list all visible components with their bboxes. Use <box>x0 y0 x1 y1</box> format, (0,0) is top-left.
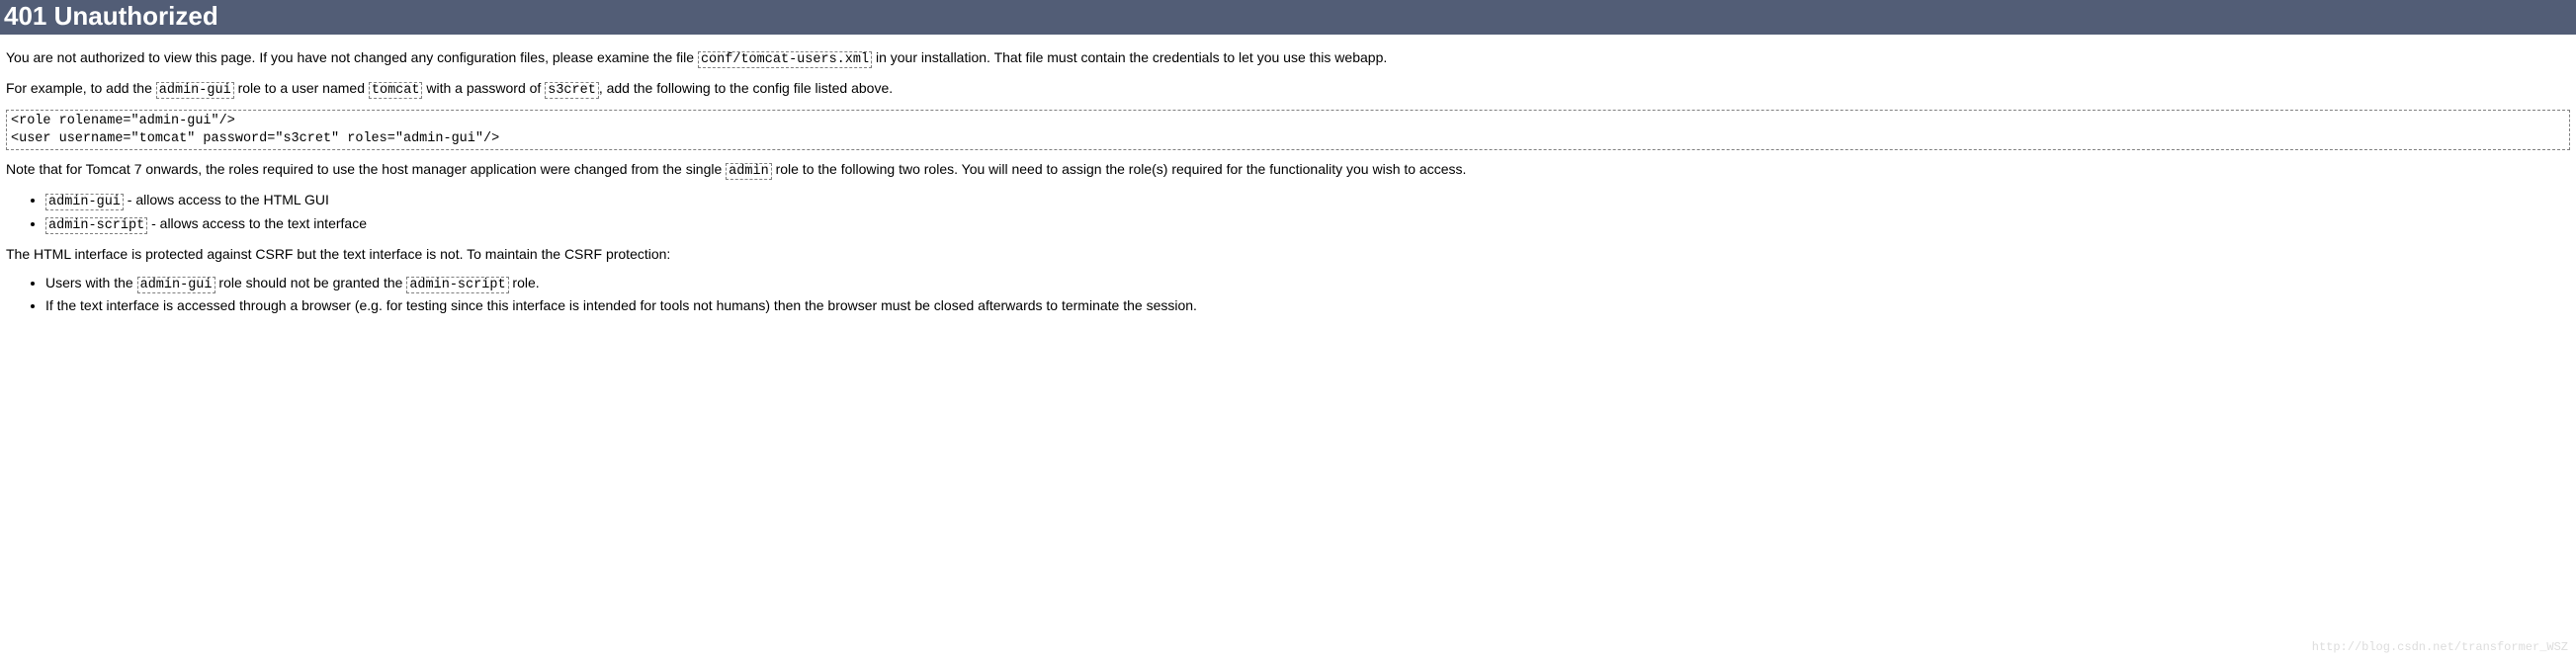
code-admin: admin <box>726 163 772 180</box>
code-admin-script: admin-script <box>406 277 508 293</box>
example-paragraph: For example, to add the admin-gui role t… <box>6 79 2570 100</box>
text: You are not authorized to view this page… <box>6 49 698 65</box>
csrf-list: Users with the admin-gui role should not… <box>6 274 2570 315</box>
text: - allows access to the HTML GUI <box>124 192 329 207</box>
code-role: admin-gui <box>156 82 234 99</box>
intro-paragraph: You are not authorized to view this page… <box>6 48 2570 69</box>
code-user: tomcat <box>369 82 423 99</box>
text: , add the following to the config file l… <box>599 80 893 96</box>
content-body: You are not authorized to view this page… <box>0 35 2576 333</box>
text: role should not be granted the <box>215 275 407 290</box>
text: in your installation. That file must con… <box>872 49 1387 65</box>
text: For example, to add the <box>6 80 156 96</box>
code-admin-gui: admin-gui <box>137 277 215 293</box>
watermark-text: http://blog.csdn.net/transformer_WSZ <box>2312 640 2568 654</box>
roles-note-paragraph: Note that for Tomcat 7 onwards, the role… <box>6 160 2570 181</box>
text: role. <box>509 275 540 290</box>
csrf-paragraph: The HTML interface is protected against … <box>6 245 2570 264</box>
code-admin-gui: admin-gui <box>45 194 124 210</box>
text: Users with the <box>45 275 137 290</box>
code-password: s3cret <box>545 82 599 99</box>
code-path: conf/tomcat-users.xml <box>698 51 872 68</box>
code-admin-script: admin-script <box>45 217 147 234</box>
list-item: If the text interface is accessed throug… <box>45 296 2570 315</box>
text: role to a user named <box>234 80 369 96</box>
text: role to the following two roles. You wil… <box>772 161 1467 177</box>
text: - allows access to the text interface <box>147 215 367 231</box>
text: with a password of <box>422 80 545 96</box>
config-code-block: <role rolename="admin-gui"/> <user usern… <box>6 110 2570 150</box>
page-title: 401 Unauthorized <box>0 0 2576 35</box>
list-item: Users with the admin-gui role should not… <box>45 274 2570 294</box>
list-item: admin-gui - allows access to the HTML GU… <box>45 191 2570 211</box>
text: The HTML interface is protected against … <box>6 246 670 262</box>
text: If the text interface is accessed throug… <box>45 297 1197 313</box>
text: Note that for Tomcat 7 onwards, the role… <box>6 161 726 177</box>
roles-list: admin-gui - allows access to the HTML GU… <box>6 191 2570 234</box>
list-item: admin-script - allows access to the text… <box>45 214 2570 235</box>
